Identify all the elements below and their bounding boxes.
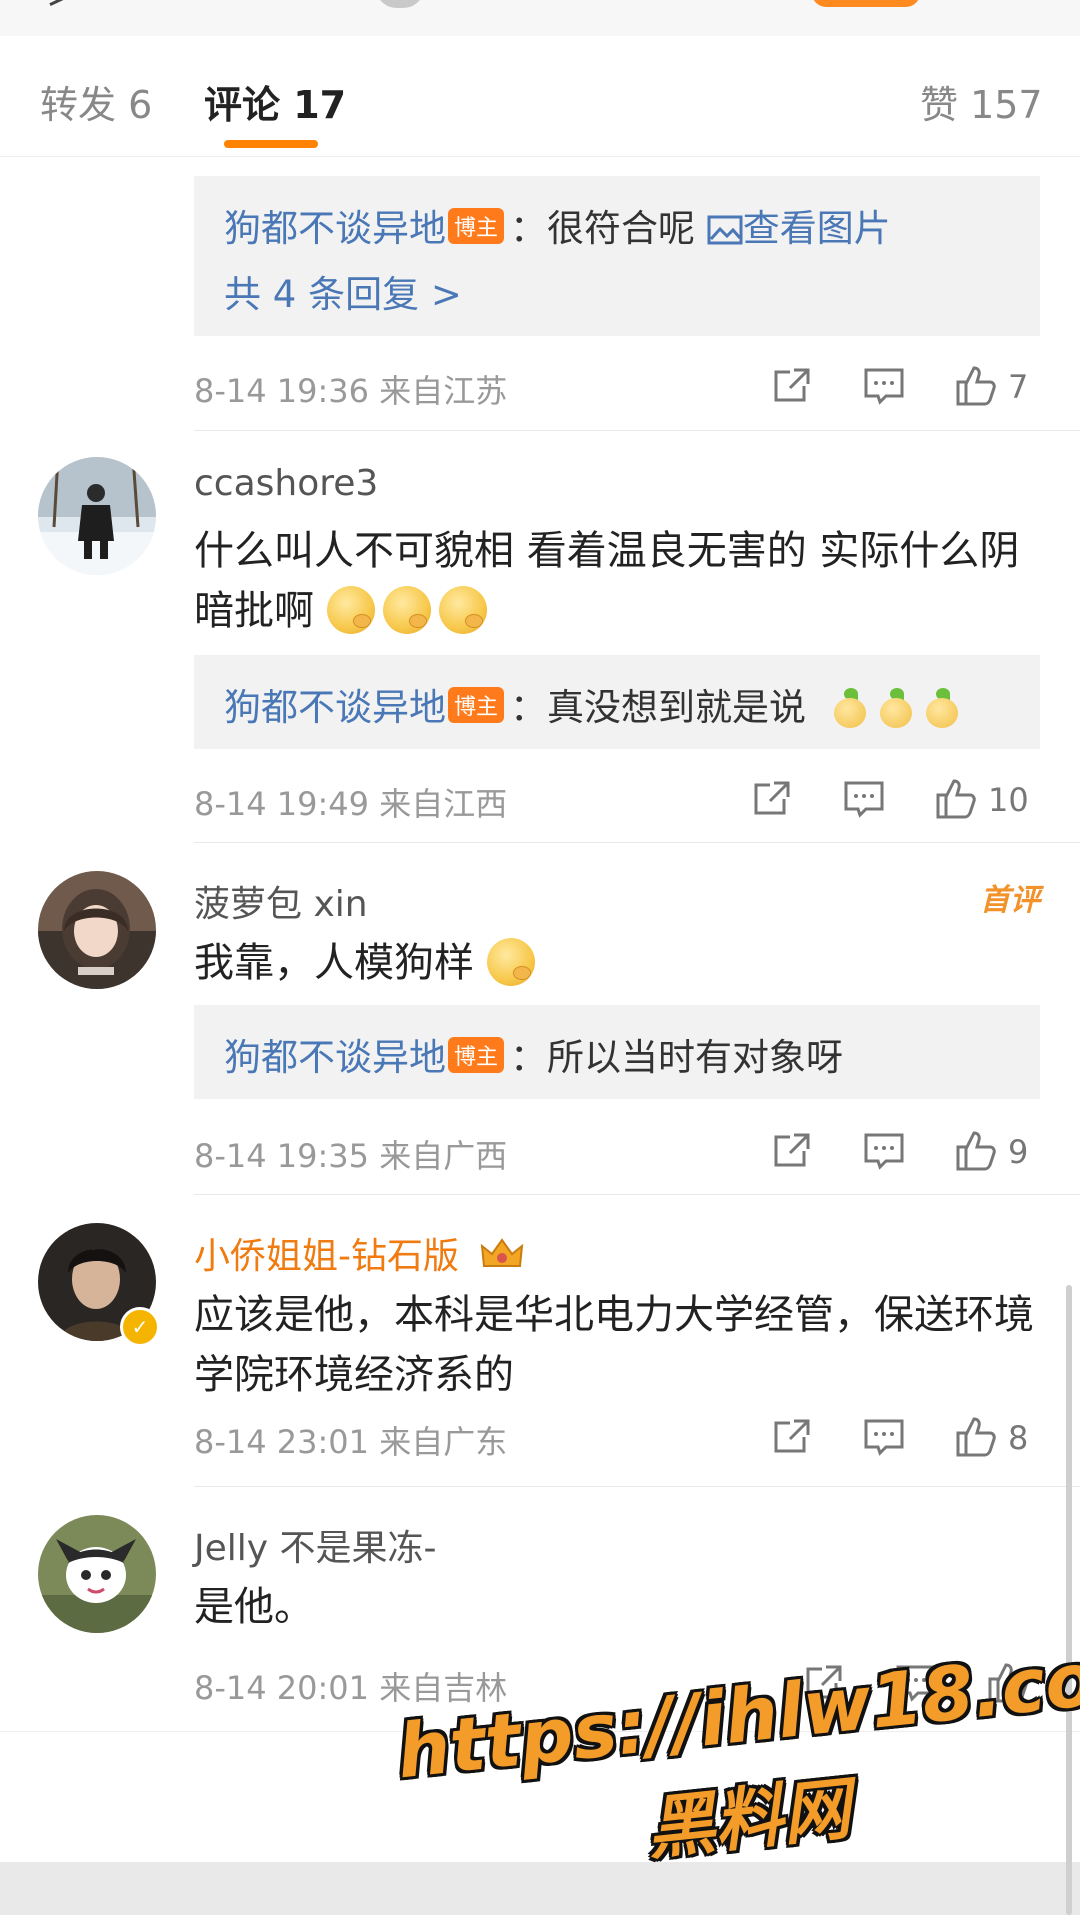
like-icon[interactable]: [934, 777, 978, 821]
reply-box[interactable]: 狗都不谈异地 博主 ：很符合呢 查看图片 共 4 条回复 >: [194, 176, 1040, 336]
reply-text: ：所以当时有对象呀: [510, 1036, 844, 1079]
comment-icon[interactable]: [862, 1415, 906, 1459]
share-icon[interactable]: [750, 777, 794, 821]
share-icon[interactable]: [770, 364, 814, 408]
comment-location: 来自江苏: [379, 372, 508, 410]
like-count: 8: [1008, 1419, 1029, 1457]
scrollbar[interactable]: [1066, 1285, 1072, 1915]
comment-actions: 9: [770, 1129, 1040, 1173]
tab-bar: 转发 6 评论 17 赞 157: [0, 36, 1080, 157]
like-count: 7: [1008, 368, 1029, 406]
top-bar: [0, 0, 1080, 37]
share-icon[interactable]: [770, 1129, 814, 1173]
follow-button[interactable]: [812, 0, 920, 7]
comment-icon[interactable]: [862, 364, 906, 408]
more-replies-link[interactable]: 共 4 条回复 >: [224, 264, 462, 318]
reply-box[interactable]: 狗都不谈异地 博主 ：真没想到就是说: [194, 655, 1040, 749]
share-icon[interactable]: [770, 1415, 814, 1459]
back-icon[interactable]: [46, 0, 66, 6]
view-image-link[interactable]: 查看图片: [707, 207, 891, 250]
blogger-badge: 博主: [448, 208, 505, 244]
avatar-image: [38, 1515, 156, 1633]
reply-author-name[interactable]: 狗都不谈异地: [224, 1036, 446, 1079]
view-image-label: 查看图片: [742, 207, 891, 250]
verified-badge-icon: ✓: [120, 1307, 160, 1347]
comment-item: 菠萝包 xin 首评 我靠，人模狗样 狗都不谈异地 博主 ：所以当时有对象呀 8-1…: [0, 843, 1080, 1195]
reply-author-name[interactable]: 狗都不谈异地: [224, 207, 446, 250]
comment-actions: 10: [750, 777, 1040, 821]
comment-body: 我靠，人模狗样: [194, 940, 474, 986]
crown-icon: [481, 1238, 524, 1267]
username[interactable]: 小侨姐姐-钻石版: [194, 1227, 524, 1279]
comment-location: 来自江西: [379, 785, 508, 823]
comment-text: 什么叫人不可貌相 看着温良无害的 实际什么阴暗批啊: [194, 521, 1044, 651]
comment-icon[interactable]: [842, 777, 886, 821]
sprout-emoji: [924, 688, 960, 728]
comment-location: 来自广东: [379, 1423, 508, 1461]
active-tab-indicator: [224, 140, 318, 148]
avatar[interactable]: [38, 871, 156, 989]
sprout-emoji: [878, 688, 914, 728]
like-icon[interactable]: [954, 364, 998, 408]
username-label: 小侨姐姐-钻石版: [194, 1236, 459, 1277]
blogger-badge: 博主: [448, 1037, 505, 1073]
comment-actions: 8: [770, 1415, 1040, 1459]
comment-location: 来自广西: [379, 1137, 508, 1175]
like-icon[interactable]: [954, 1415, 998, 1459]
comment-time: 8-14 19:35: [194, 1137, 370, 1175]
comment-actions: 7: [770, 364, 1040, 408]
avatar[interactable]: [38, 1515, 156, 1633]
avatar[interactable]: [38, 457, 156, 575]
avatar-image: [38, 457, 156, 575]
comment-item: ✓ 小侨姐姐-钻石版 应该是他，本科是华北电力大学经管，保送环境学院环境经济系的…: [0, 1195, 1080, 1487]
comment-time: 8-14 19:36: [194, 372, 370, 410]
thinking-emoji: [438, 586, 487, 634]
tab-comments[interactable]: 评论 17: [204, 74, 346, 129]
sprout-emoji: [832, 688, 868, 728]
username[interactable]: Jelly 不是果冻-: [194, 1519, 437, 1571]
comment-text: 我靠，人模狗样: [194, 933, 1044, 993]
first-comment-tag: 首评: [980, 883, 1040, 918]
comment-item: 狗都不谈异地 博主 ：很符合呢 查看图片 共 4 条回复 > 8-14 19:36 …: [0, 156, 1080, 431]
comment-body: 什么叫人不可貌相 看着温良无害的 实际什么阴暗批啊: [194, 528, 1020, 634]
tab-repost[interactable]: 转发 6: [40, 74, 152, 129]
comment-item: ccashore3 什么叫人不可貌相 看着温良无害的 实际什么阴暗批啊 狗都不谈…: [0, 431, 1080, 843]
like-count: 9: [1008, 1133, 1029, 1171]
comment-time: 8-14 20:01: [194, 1669, 370, 1707]
reply-text: ：很符合呢: [510, 207, 696, 250]
like-count: 10: [988, 781, 1029, 819]
thinking-emoji: [486, 938, 535, 986]
comment-time: 8-14 23:01: [194, 1423, 370, 1461]
comment-icon[interactable]: [862, 1129, 906, 1173]
blogger-badge: 博主: [448, 687, 505, 723]
reply-author-name[interactable]: 狗都不谈异地: [224, 686, 446, 729]
image-icon: [707, 215, 743, 245]
watermark-subtitle: 黑料网: [643, 1769, 855, 1870]
comment-time: 8-14 19:49: [194, 785, 370, 823]
username[interactable]: ccashore3: [194, 463, 378, 504]
reply-box[interactable]: 狗都不谈异地 博主 ：所以当时有对象呀: [194, 1005, 1040, 1099]
reply-text: ：真没想到就是说: [510, 686, 807, 729]
thinking-emoji: [382, 586, 431, 634]
author-avatar[interactable]: [375, 0, 425, 8]
comment-text: 应该是他，本科是华北电力大学经管，保送环境学院环境经济系的: [194, 1292, 1034, 1398]
avatar-image: [38, 871, 156, 989]
username[interactable]: 菠萝包 xin: [194, 875, 368, 927]
tab-likes[interactable]: 赞 157: [920, 74, 1043, 129]
thinking-emoji: [326, 586, 375, 634]
like-icon[interactable]: [954, 1129, 998, 1173]
